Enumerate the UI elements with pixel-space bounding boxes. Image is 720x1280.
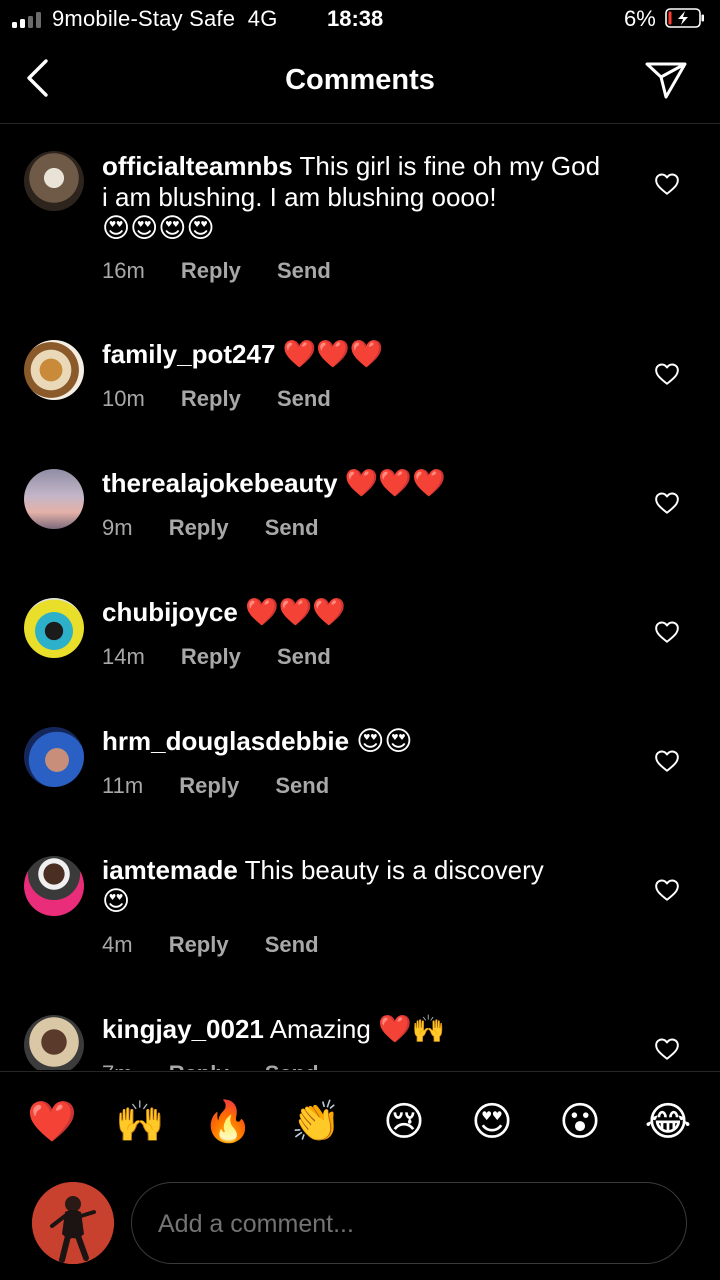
- comment-username[interactable]: kingjay_0021: [102, 1014, 264, 1044]
- send-button[interactable]: Send: [277, 386, 331, 411]
- comment-username[interactable]: family_pot247: [102, 339, 275, 369]
- reply-button[interactable]: Reply: [169, 932, 229, 957]
- reply-button[interactable]: Reply: [179, 773, 239, 798]
- comment-username[interactable]: iamtemade: [102, 855, 238, 885]
- send-button[interactable]: Send: [265, 1061, 319, 1070]
- battery-charging-icon: [665, 8, 704, 28]
- current-user-avatar: [32, 1182, 114, 1264]
- clock: 18:38: [327, 6, 384, 31]
- comment-emoji: 😍😍😍😍: [102, 213, 215, 243]
- carrier-name: 9mobile-Stay Safe 4G: [52, 6, 278, 31]
- profile-photo-icon: [32, 1182, 114, 1264]
- comment-meta: 9m Reply Send: [102, 515, 349, 541]
- direct-send-icon[interactable]: [644, 59, 688, 101]
- comment-text: This beauty is a discovery: [244, 855, 544, 885]
- page-title: Comments: [285, 64, 435, 96]
- avatar[interactable]: [24, 151, 84, 211]
- avatar[interactable]: [24, 1015, 84, 1070]
- send-button[interactable]: Send: [277, 258, 331, 283]
- emoji-surprised-button[interactable]: 😮: [552, 1094, 608, 1150]
- battery-percent: 6%: [624, 6, 656, 31]
- comment-emoji: ❤️❤️❤️: [282, 339, 384, 369]
- comment-emoji: 😍: [102, 886, 131, 916]
- like-heart-icon[interactable]: [654, 619, 680, 645]
- comment-timestamp: 11m: [102, 773, 144, 798]
- comment-meta: 11m Reply Send: [102, 773, 359, 799]
- comment-timestamp: 4m: [102, 932, 133, 957]
- comment-username[interactable]: therealajokebeauty: [102, 468, 338, 498]
- avatar[interactable]: [24, 856, 84, 916]
- header: Comments: [0, 40, 720, 124]
- reply-button[interactable]: Reply: [169, 515, 229, 540]
- emoji-fire-button[interactable]: 🔥: [200, 1094, 256, 1150]
- comment-timestamp: 10m: [102, 386, 145, 411]
- avatar[interactable]: [24, 340, 84, 400]
- like-heart-icon[interactable]: [654, 490, 680, 516]
- avatar[interactable]: [24, 727, 84, 787]
- avatar[interactable]: [24, 598, 84, 658]
- like-heart-icon[interactable]: [654, 748, 680, 774]
- comment-input[interactable]: [156, 1203, 660, 1245]
- emoji-clapping-button[interactable]: 👏: [288, 1094, 344, 1150]
- comment-text: Amazing: [269, 1014, 371, 1044]
- emoji-crying-button[interactable]: 😢: [376, 1094, 432, 1150]
- comment-timestamp: 7m: [102, 1061, 133, 1070]
- send-button[interactable]: Send: [277, 644, 331, 669]
- comments-list[interactable]: officialteamnbs This girl is fine oh my …: [0, 125, 720, 1070]
- network-type: 4G: [247, 6, 278, 31]
- emoji-raised-hands-button[interactable]: 🙌: [112, 1094, 168, 1150]
- comment-emoji: ❤️❤️❤️: [344, 468, 446, 498]
- comment-timestamp: 14m: [102, 644, 145, 669]
- comment-username[interactable]: chubijoyce: [102, 597, 238, 627]
- comment-meta: 7m Reply Send: [102, 1061, 349, 1070]
- comment-emoji: ❤️🙌: [378, 1014, 446, 1044]
- comment-meta: 4m Reply Send: [102, 932, 349, 958]
- like-heart-icon[interactable]: [654, 171, 680, 197]
- emoji-heart-eyes-button[interactable]: 😍: [464, 1094, 520, 1150]
- comment-username[interactable]: hrm_douglasdebbie: [102, 726, 349, 756]
- reply-button[interactable]: Reply: [169, 1061, 229, 1070]
- quick-emoji-bar: ❤️ 🙌 🔥 👏 😢 😍 😮 😂: [0, 1071, 720, 1173]
- send-button[interactable]: Send: [275, 773, 329, 798]
- signal-strength-icon: [12, 12, 46, 28]
- reply-button[interactable]: Reply: [181, 386, 241, 411]
- comment-emoji: 😍😍: [356, 726, 413, 756]
- like-heart-icon[interactable]: [654, 877, 680, 903]
- status-bar: 9mobile-Stay Safe 4G 18:38 6%: [0, 0, 720, 40]
- emoji-heart-button[interactable]: ❤️: [24, 1094, 80, 1150]
- emoji-laughing-button[interactable]: 😂: [640, 1094, 696, 1150]
- comment-username[interactable]: officialteamnbs: [102, 151, 293, 181]
- send-button[interactable]: Send: [265, 932, 319, 957]
- comment-timestamp: 16m: [102, 258, 145, 283]
- reply-button[interactable]: Reply: [181, 644, 241, 669]
- avatar[interactable]: [24, 469, 84, 529]
- reply-button[interactable]: Reply: [181, 258, 241, 283]
- send-button[interactable]: Send: [265, 515, 319, 540]
- comment-emoji: ❤️❤️❤️: [245, 597, 346, 627]
- comment-meta: 14m Reply Send: [102, 644, 361, 670]
- comment-meta: 10m Reply Send: [102, 386, 361, 412]
- comment-timestamp: 9m: [102, 515, 133, 540]
- like-heart-icon[interactable]: [654, 1036, 680, 1062]
- like-heart-icon[interactable]: [654, 361, 680, 387]
- comment-meta: 16m Reply Send: [102, 258, 361, 284]
- comment-input-wrapper: [131, 1182, 687, 1264]
